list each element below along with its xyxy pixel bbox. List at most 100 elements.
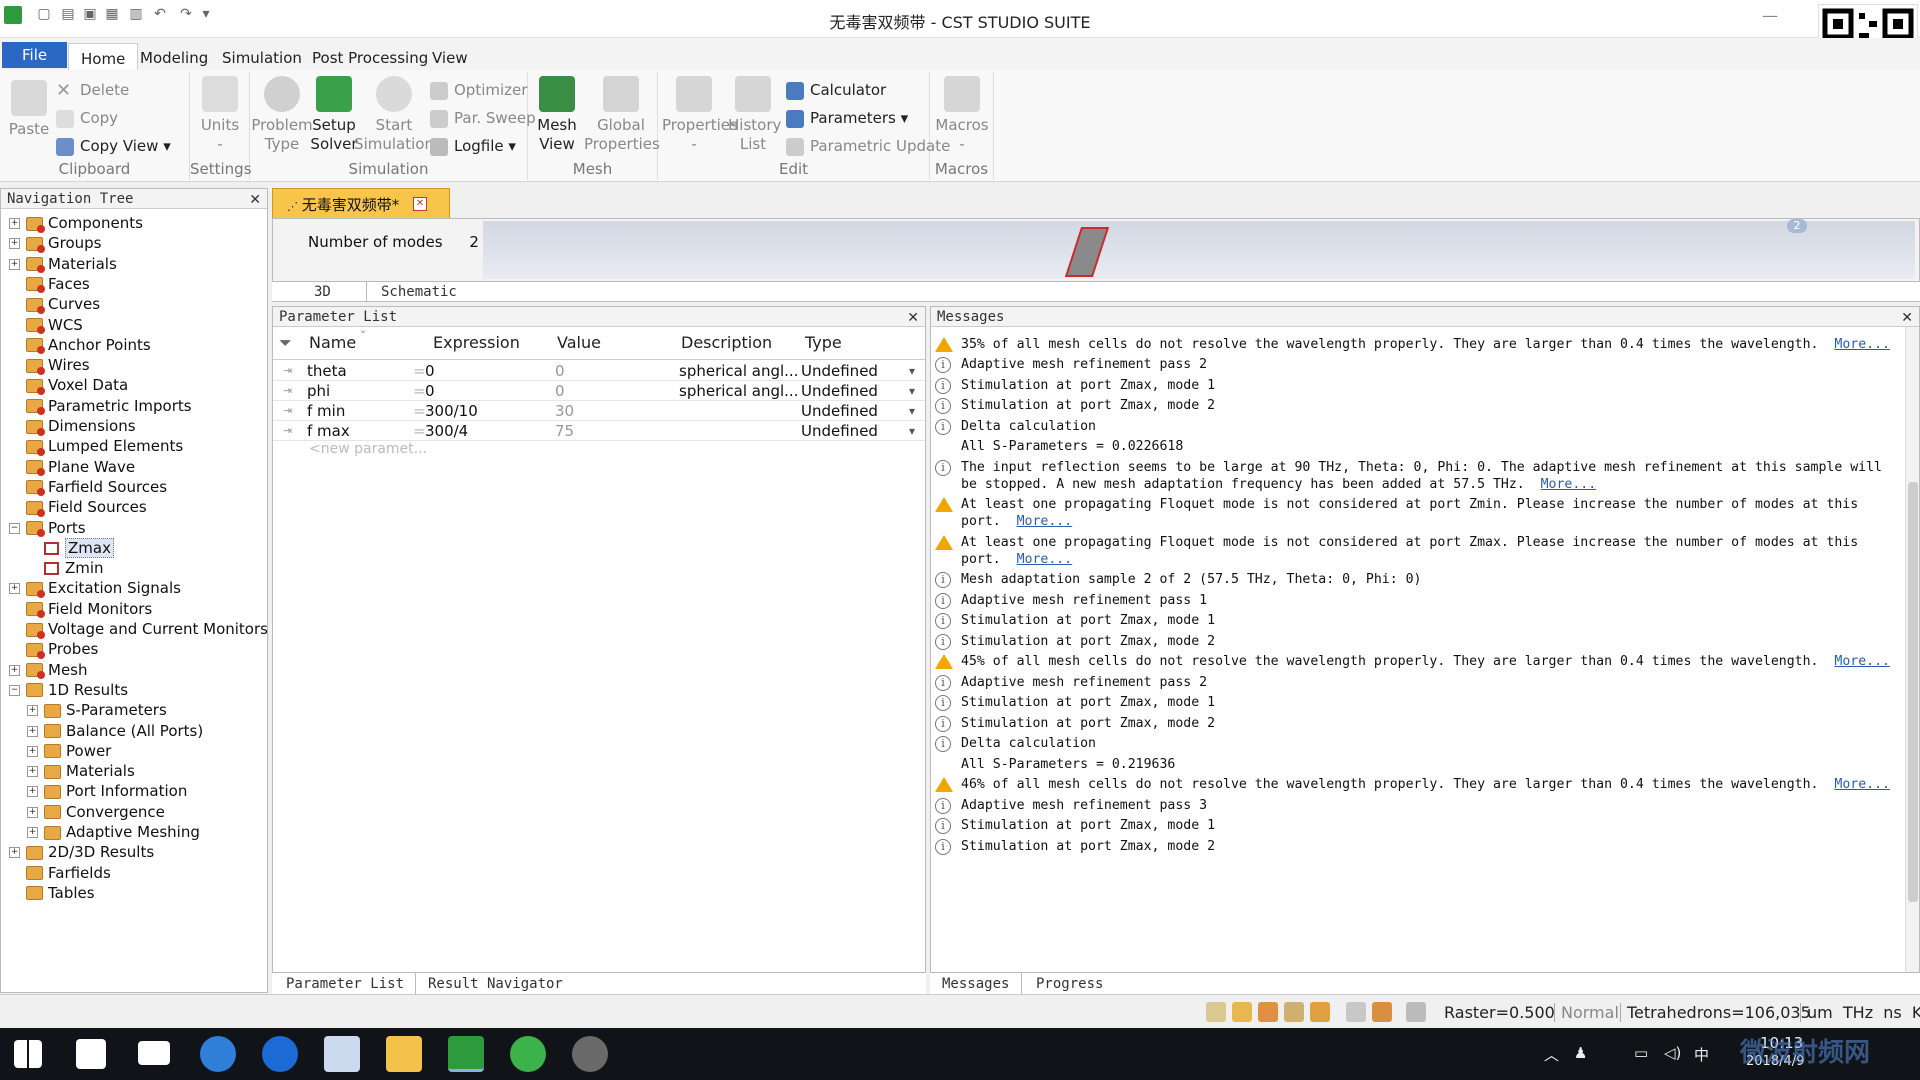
expand-icon[interactable]: − (9, 684, 20, 696)
view-cube-icon[interactable] (1406, 1002, 1426, 1022)
parameter-expression[interactable]: 0 (425, 361, 545, 381)
col-type[interactable]: Type (805, 333, 842, 352)
parameter-type[interactable]: Undefined (801, 421, 901, 441)
calculator-button[interactable]: Calculator (786, 78, 886, 102)
parameter-value[interactable]: 0 (555, 361, 675, 381)
shield-icon[interactable] (324, 1036, 360, 1072)
expand-icon[interactable]: + (27, 827, 38, 838)
dropdown-arrow-icon[interactable]: ▾ (909, 401, 915, 421)
3d-viewport[interactable]: Number of modes 2 2 (272, 218, 1920, 282)
more-link[interactable]: More... (1834, 654, 1890, 669)
tree-item[interactable]: + Groups (9, 233, 101, 253)
tray-up-icon[interactable]: ︿ (1544, 1044, 1559, 1065)
expand-icon[interactable]: + (27, 806, 38, 818)
expand-icon[interactable]: + (9, 583, 20, 595)
pick-icon[interactable] (1372, 1002, 1392, 1022)
parameter-name[interactable]: phi (307, 381, 407, 401)
document-tab[interactable]: ⋰ 无毒害双频带* ✕ (272, 188, 450, 218)
tree-item[interactable]: Field Monitors (9, 599, 152, 619)
tree-item[interactable]: Tables (9, 883, 95, 903)
expand-icon[interactable]: + (27, 745, 38, 757)
parameter-expression[interactable]: 300/10 (425, 401, 545, 421)
tree-item[interactable]: Zmin (27, 558, 104, 578)
ime-indicator[interactable]: 中 (1694, 1044, 1709, 1065)
minimize-button[interactable]: — (1762, 6, 1778, 25)
close-icon[interactable]: ✕ (249, 189, 261, 209)
k-app-icon[interactable] (200, 1036, 236, 1072)
tree-item[interactable]: Probes (9, 639, 98, 659)
parameter-row[interactable]: ⇥ theta 0 0 spherical angl... Undefined = ▾ (273, 361, 925, 381)
tree-item[interactable]: Dimensions (9, 416, 136, 436)
copy-view-button[interactable]: Copy View ▾ (56, 134, 171, 158)
tree-item[interactable]: WCS (9, 315, 83, 335)
delete-button[interactable]: ✕ Delete (56, 78, 129, 102)
parameter-row[interactable]: ⇥ f max 300/4 75 Undefined = ▾ (273, 421, 925, 441)
tab-file[interactable]: File (2, 42, 68, 68)
tab-parameter-list[interactable]: Parameter List (286, 973, 416, 995)
close-icon[interactable]: ✕ (1901, 307, 1913, 327)
fit-view-icon[interactable] (1346, 1002, 1366, 1022)
expand-icon[interactable]: + (9, 664, 20, 676)
tree-item[interactable]: Farfields (9, 863, 111, 883)
optimizer-button[interactable]: Optimizer (430, 78, 527, 102)
browser-icon[interactable] (262, 1036, 298, 1072)
tab-3d[interactable]: 3D (314, 282, 344, 302)
new-parameter-row[interactable]: <new paramet... (309, 441, 427, 457)
tree-item[interactable]: Zmax (27, 537, 114, 558)
col-value[interactable]: Value (557, 333, 601, 352)
volume-icon[interactable]: ◁) (1664, 1044, 1681, 1062)
tree-item[interactable]: + Port Information (27, 781, 187, 801)
tree-item[interactable]: Wires (9, 355, 90, 375)
tab-view[interactable]: View (420, 43, 480, 70)
parameter-name[interactable]: theta (307, 361, 407, 381)
filter-icon[interactable]: ⏷ (279, 333, 292, 353)
store-icon[interactable] (76, 1039, 106, 1069)
col-expression[interactable]: Expression (433, 333, 520, 352)
tab-schematic[interactable]: Schematic (366, 282, 457, 302)
expand-icon[interactable]: + (27, 786, 38, 798)
zoom-in-icon[interactable] (1284, 1002, 1304, 1022)
tray-app-icon[interactable]: ♟ (1574, 1044, 1587, 1062)
paste-button[interactable]: Paste (6, 76, 52, 139)
more-link[interactable]: More... (1834, 337, 1890, 352)
expand-icon[interactable]: + (27, 705, 38, 717)
reset-view-icon[interactable] (1310, 1002, 1330, 1022)
tree-item[interactable]: + Materials (27, 761, 135, 781)
parameter-value[interactable]: 75 (555, 421, 675, 441)
close-tab-icon[interactable]: ✕ (413, 197, 427, 211)
more-link[interactable]: More... (1541, 477, 1597, 492)
expand-icon[interactable]: − (9, 522, 20, 534)
expand-icon[interactable]: + (9, 218, 20, 229)
tab-result-navigator[interactable]: Result Navigator (428, 973, 563, 995)
mesh-view-button[interactable]: Mesh View (532, 76, 582, 154)
units-button[interactable]: Units - (196, 76, 244, 154)
more-link[interactable]: More... (1017, 552, 1073, 567)
tree-item[interactable]: + S-Parameters (27, 700, 167, 720)
tree-item[interactable]: Anchor Points (9, 335, 151, 355)
tab-modeling[interactable]: Modeling (128, 43, 220, 70)
history-list-button[interactable]: History List (728, 76, 781, 154)
close-icon[interactable]: ✕ (907, 307, 919, 327)
tree-item[interactable]: + Components (9, 213, 143, 233)
tab-progress[interactable]: Progress (1036, 973, 1103, 995)
parameter-name[interactable]: f max (307, 421, 407, 441)
col-description[interactable]: Description (681, 333, 772, 352)
expand-icon[interactable]: + (9, 238, 20, 250)
tree-item[interactable]: + Power (27, 741, 111, 761)
tree-item[interactable]: + Convergence (27, 802, 165, 822)
tree-item[interactable]: + Adaptive Meshing (27, 822, 200, 842)
parameter-row[interactable]: ⇥ phi 0 0 spherical angl... Undefined = ▾ (273, 381, 925, 401)
copy-button[interactable]: Copy (56, 106, 118, 130)
tree-item[interactable]: + Materials (9, 254, 117, 274)
tray-network-icon[interactable]: ▭ (1634, 1044, 1648, 1062)
tree-item[interactable]: − Ports (9, 518, 86, 538)
properties-button[interactable]: Properties - (662, 76, 738, 154)
parameter-type[interactable]: Undefined (801, 361, 901, 381)
model-view-area[interactable]: 2 (483, 219, 1915, 279)
cst-icon[interactable] (448, 1036, 484, 1072)
tree-item[interactable]: Curves (9, 294, 100, 314)
parameter-row[interactable]: ⇥ f min 300/10 30 Undefined = ▾ (273, 401, 925, 421)
scrollbar-thumb[interactable] (1908, 482, 1918, 902)
tree-item[interactable]: Field Sources (9, 497, 147, 517)
tree-item[interactable]: + Mesh (9, 660, 88, 680)
